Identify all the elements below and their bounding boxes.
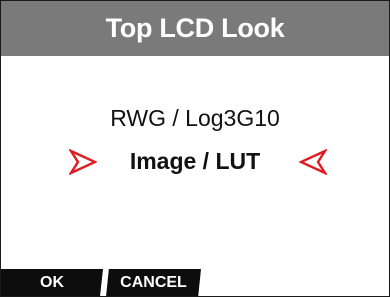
lcd-screen: Top LCD Look RWG / Log3G10 Image / LUT O… bbox=[0, 0, 390, 297]
softkey-bar: OK CANCEL bbox=[1, 269, 389, 296]
chevron-left-outline-icon[interactable] bbox=[298, 148, 329, 176]
cancel-button[interactable]: CANCEL bbox=[106, 269, 201, 296]
selected-option: Image / LUT bbox=[129, 148, 261, 174]
ok-button[interactable]: OK bbox=[1, 269, 103, 296]
page-title: Top LCD Look bbox=[105, 13, 285, 43]
title-bar: Top LCD Look bbox=[1, 1, 389, 56]
current-value-label: RWG / Log3G10 bbox=[110, 105, 280, 131]
option-selector[interactable]: Image / LUT bbox=[1, 147, 389, 177]
